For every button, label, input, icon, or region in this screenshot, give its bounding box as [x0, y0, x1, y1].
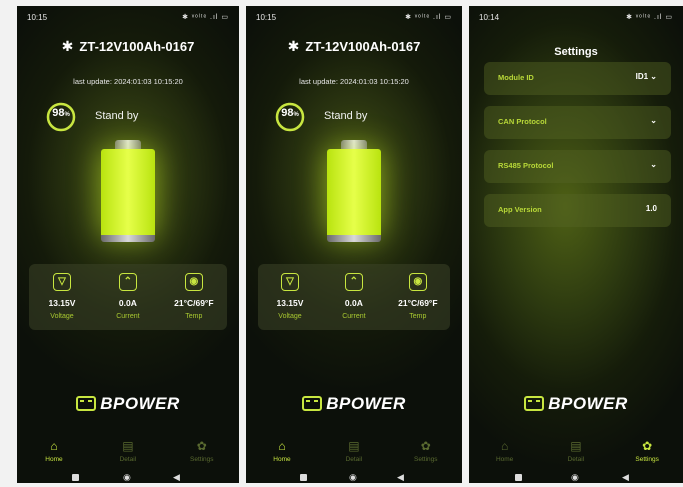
current-value: 0.0A — [118, 298, 137, 308]
status-time: 10:15 — [256, 13, 277, 22]
nav-detail[interactable]: ▤ Detail — [540, 439, 611, 463]
voltage-value: 13.15V — [276, 298, 304, 308]
module-id-select[interactable]: ID1 ⌄ — [636, 72, 657, 81]
recents-square-icon[interactable] — [515, 474, 522, 481]
status-time: 10:14 — [479, 13, 500, 22]
document-icon: ▤ — [348, 439, 360, 453]
status-icons: ✱ ᵛᵒˡᵗᵉ .ıl ▭ — [405, 14, 452, 21]
gear-icon: ✿ — [420, 439, 431, 453]
battery-state: Stand by — [324, 110, 368, 122]
system-nav-bar: ◉ ◀ — [469, 472, 683, 482]
current-value: 0.0A — [344, 298, 363, 308]
home-screen-2: 10:15 ✱ ᵛᵒˡᵗᵉ .ıl ▭ ✱ ZT-12V100Ah-0167 la… — [246, 6, 462, 483]
gear-icon: ✿ — [196, 439, 207, 453]
brand-logo: BPOWER — [246, 394, 462, 414]
home-circle-icon[interactable]: ◉ — [349, 472, 357, 482]
voltage-label: Voltage — [50, 313, 74, 320]
gear-icon: ✿ — [642, 439, 653, 453]
status-icons: ✱ ᵛᵒˡᵗᵉ .ıl ▭ — [626, 14, 673, 21]
chevron-down-icon[interactable]: ⌄ — [650, 160, 657, 169]
bottom-nav: ⌂ Home ▤ Detail ✿ Settings — [17, 439, 239, 469]
current-icon: ⌃ — [344, 273, 363, 291]
bluetooth-icon: ✱ — [61, 38, 74, 54]
current-metric: ⌃ 0.0A Current — [95, 264, 161, 330]
back-triangle-icon[interactable]: ◀ — [622, 472, 629, 482]
temp-label: Temp — [185, 313, 203, 320]
battery-logo-icon — [302, 396, 323, 411]
current-metric: ⌃ 0.0A Current — [322, 264, 386, 330]
brand-logo: BPOWER — [17, 394, 239, 414]
status-icons: ✱ ᵛᵒˡᵗᵉ .ıl ▭ — [182, 14, 229, 21]
voltage-icon: ▽ — [280, 273, 299, 291]
chevron-down-icon[interactable]: ⌄ — [650, 116, 657, 125]
back-triangle-icon[interactable]: ◀ — [173, 472, 180, 482]
metrics-panel: ▽ 13.15V Voltage ⌃ 0.0A Current ◉ 21°C/6… — [29, 264, 227, 330]
home-circle-icon[interactable]: ◉ — [571, 472, 579, 482]
bottom-nav: ⌂ Home ▤ Detail ✿ Settings — [246, 439, 462, 469]
home-icon: ⌂ — [50, 439, 58, 453]
nav-detail[interactable]: ▤ Detail — [318, 439, 390, 463]
bluetooth-icon: ✱ — [287, 38, 300, 54]
home-screen-1: 10:15 ✱ ᵛᵒˡᵗᵉ .ıl ▭ ✱ ZT-12V100Ah-0167 la… — [17, 6, 239, 483]
status-bar: 10:15 ✱ ᵛᵒˡᵗᵉ .ıl ▭ — [256, 13, 452, 25]
voltage-metric: ▽ 13.15V Voltage — [258, 264, 322, 330]
settings-screen: 10:14 ✱ ᵛᵒˡᵗᵉ .ıl ▭ Settings Module ID I… — [469, 6, 683, 483]
nav-settings[interactable]: ✿ Settings — [390, 439, 462, 463]
status-bar: 10:15 ✱ ᵛᵒˡᵗᵉ .ıl ▭ — [27, 13, 229, 25]
rs485-protocol-row[interactable]: RS485 Protocol ⌄ — [484, 150, 671, 183]
system-nav-bar: ◉ ◀ — [17, 472, 239, 482]
can-protocol-row[interactable]: CAN Protocol ⌄ — [484, 106, 671, 139]
battery-state: Stand by — [95, 110, 139, 122]
battery-graphic — [101, 140, 155, 242]
temp-value: 21°C/69°F — [174, 298, 214, 308]
voltage-icon: ▽ — [52, 273, 71, 291]
nav-home[interactable]: ⌂ Home — [246, 439, 318, 463]
system-nav-bar: ◉ ◀ — [246, 472, 462, 482]
thermometer-icon: ◉ — [408, 273, 427, 291]
temp-label: Temp — [409, 313, 427, 320]
voltage-label: Voltage — [278, 313, 302, 320]
bottom-nav: ⌂ Home ▤ Detail ✿ Settings — [469, 439, 683, 469]
current-label: Current — [342, 313, 366, 320]
device-title: ✱ ZT-12V100Ah-0167 — [61, 38, 195, 54]
battery-logo-icon — [524, 396, 545, 411]
back-triangle-icon[interactable]: ◀ — [397, 472, 404, 482]
metrics-panel: ▽ 13.15V Voltage ⌃ 0.0A Current ◉ 21°C/6… — [258, 264, 450, 330]
document-icon: ▤ — [570, 439, 582, 453]
document-icon: ▤ — [122, 439, 134, 453]
temp-metric: ◉ 21°C/69°F Temp — [161, 264, 227, 330]
nav-home[interactable]: ⌂ Home — [469, 439, 540, 463]
soc-percentage: 98% — [52, 107, 70, 119]
module-id-row[interactable]: Module ID ID1 ⌄ — [484, 62, 671, 95]
home-icon: ⌂ — [278, 439, 286, 453]
app-version-value: 1.0 — [645, 204, 657, 213]
temp-metric: ◉ 21°C/69°F Temp — [386, 264, 450, 330]
current-label: Current — [116, 313, 140, 320]
recents-square-icon[interactable] — [300, 474, 307, 481]
nav-detail[interactable]: ▤ Detail — [91, 439, 165, 463]
voltage-value: 13.15V — [48, 298, 76, 308]
temp-value: 21°C/69°F — [398, 298, 438, 308]
home-icon: ⌂ — [501, 439, 509, 453]
nav-settings[interactable]: ✿ Settings — [165, 439, 239, 463]
last-update-text: last update: 2024:01:03 10:15:20 — [299, 77, 409, 86]
battery-graphic — [327, 140, 381, 242]
recents-square-icon[interactable] — [72, 474, 79, 481]
status-time: 10:15 — [27, 13, 48, 22]
nav-settings[interactable]: ✿ Settings — [612, 439, 683, 463]
brand-logo: BPOWER — [469, 394, 683, 414]
nav-home[interactable]: ⌂ Home — [17, 439, 91, 463]
home-circle-icon[interactable]: ◉ — [123, 472, 131, 482]
soc-percentage: 98% — [281, 107, 299, 119]
page-title: Settings — [554, 46, 598, 58]
voltage-metric: ▽ 13.15V Voltage — [29, 264, 95, 330]
status-bar: 10:14 ✱ ᵛᵒˡᵗᵉ .ıl ▭ — [479, 13, 673, 25]
battery-logo-icon — [76, 396, 97, 411]
thermometer-icon: ◉ — [184, 273, 203, 291]
current-icon: ⌃ — [118, 273, 137, 291]
app-version-row: App Version 1.0 — [484, 194, 671, 227]
last-update-text: last update: 2024:01:03 10:15:20 — [73, 77, 183, 86]
device-title: ✱ ZT-12V100Ah-0167 — [287, 38, 421, 54]
